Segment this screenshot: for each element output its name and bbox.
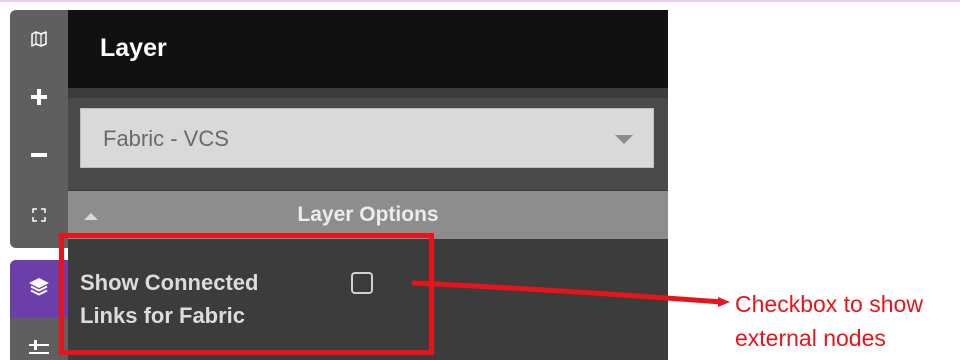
annotation-label: Checkbox to show external nodes xyxy=(735,291,923,351)
